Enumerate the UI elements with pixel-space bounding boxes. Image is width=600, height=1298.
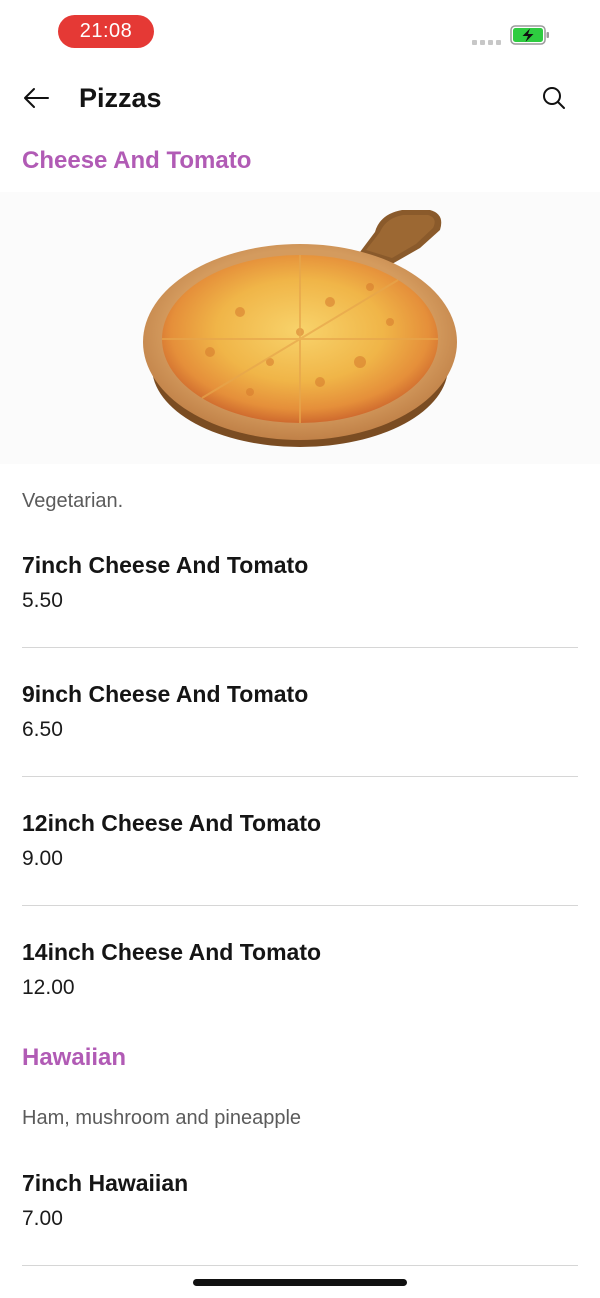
item-name: 12inch Cheese And Tomato [22, 810, 322, 836]
menu-item[interactable]: 9inch Cheese And Tomato 6.50 [22, 678, 578, 806]
menu-item[interactable]: 12inch Cheese And Tomato 9.00 [22, 807, 578, 935]
item-price: 6.50 [22, 718, 63, 741]
menu-item[interactable]: 7inch Hawaiian 7.00 [22, 1167, 578, 1295]
menu-item[interactable]: 7inch Cheese And Tomato 5.50 [22, 549, 578, 677]
pizza-image [0, 192, 600, 464]
search-button[interactable] [536, 80, 572, 116]
category-title: Cheese And Tomato [22, 147, 252, 174]
signal-icon [472, 40, 501, 45]
divider [22, 1265, 578, 1266]
item-name: 9inch Cheese And Tomato [22, 681, 309, 707]
item-name: 14inch Cheese And Tomato [22, 939, 322, 965]
app-header: Pizzas [0, 62, 600, 134]
pizza-icon [143, 210, 457, 447]
search-icon [543, 87, 565, 109]
category-description: Vegetarian. [22, 490, 124, 512]
item-price: 7.00 [22, 1207, 63, 1230]
item-price: 5.50 [22, 589, 63, 612]
category-title: Hawaiian [22, 1044, 127, 1071]
category-description: Ham, mushroom and pineapple [22, 1107, 302, 1129]
page-title: Pizzas [79, 83, 162, 113]
divider [22, 776, 578, 777]
status-time: 21:08 [58, 15, 154, 48]
back-button[interactable] [18, 80, 54, 116]
divider [22, 905, 578, 906]
battery-charging-icon [510, 25, 549, 45]
home-indicator[interactable] [193, 1279, 407, 1286]
arrow-left-icon [24, 88, 49, 108]
item-price: 12.00 [22, 976, 75, 999]
divider [22, 647, 578, 648]
item-name: 7inch Hawaiian [22, 1170, 189, 1196]
item-name: 7inch Cheese And Tomato [22, 552, 309, 578]
item-price: 9.00 [22, 847, 63, 870]
status-bar: 21:08 [0, 0, 600, 62]
